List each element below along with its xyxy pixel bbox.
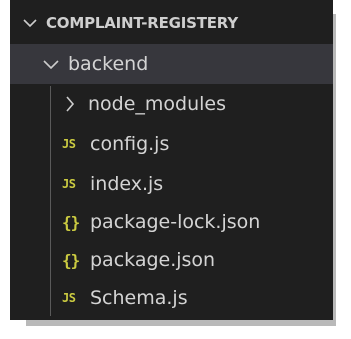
file-label-package-lock-json: package-lock.json [90,211,261,233]
file-row-index-js[interactable]: JS index.js [10,166,333,202]
json-file-icon: {} [62,250,80,270]
file-row-package-json[interactable]: {} package.json [10,242,333,278]
drop-shadow-bottom [26,320,336,326]
json-file-icon: {} [62,212,80,232]
file-label-package-json: package.json [90,249,216,271]
chevron-right-icon [62,96,78,112]
file-label-config-js: config.js [90,133,170,155]
file-row-config-js[interactable]: JS config.js [10,126,333,162]
root-folder-label: COMPLAINT-REGISTERY [46,14,238,32]
chevron-down-icon [42,59,60,69]
screenshot-page: COMPLAINT-REGISTERY backend node_modules… [0,0,351,339]
file-row-schema-js[interactable]: JS Schema.js [10,280,333,316]
file-row-package-lock-json[interactable]: {} package-lock.json [10,204,333,240]
javascript-file-icon: JS [62,291,76,305]
folder-row-backend[interactable]: backend [10,44,333,84]
folder-label-node-modules: node_modules [88,93,227,115]
javascript-file-icon: JS [62,177,76,191]
chevron-down-icon [22,18,38,28]
file-label-index-js: index.js [90,173,164,195]
file-explorer-panel: COMPLAINT-REGISTERY backend node_modules… [10,0,333,320]
javascript-file-icon: JS [62,137,76,151]
folder-row-node-modules[interactable]: node_modules [10,86,333,122]
file-label-schema-js: Schema.js [90,287,188,309]
folder-label-backend: backend [68,53,149,75]
root-folder-row[interactable]: COMPLAINT-REGISTERY [10,6,333,40]
